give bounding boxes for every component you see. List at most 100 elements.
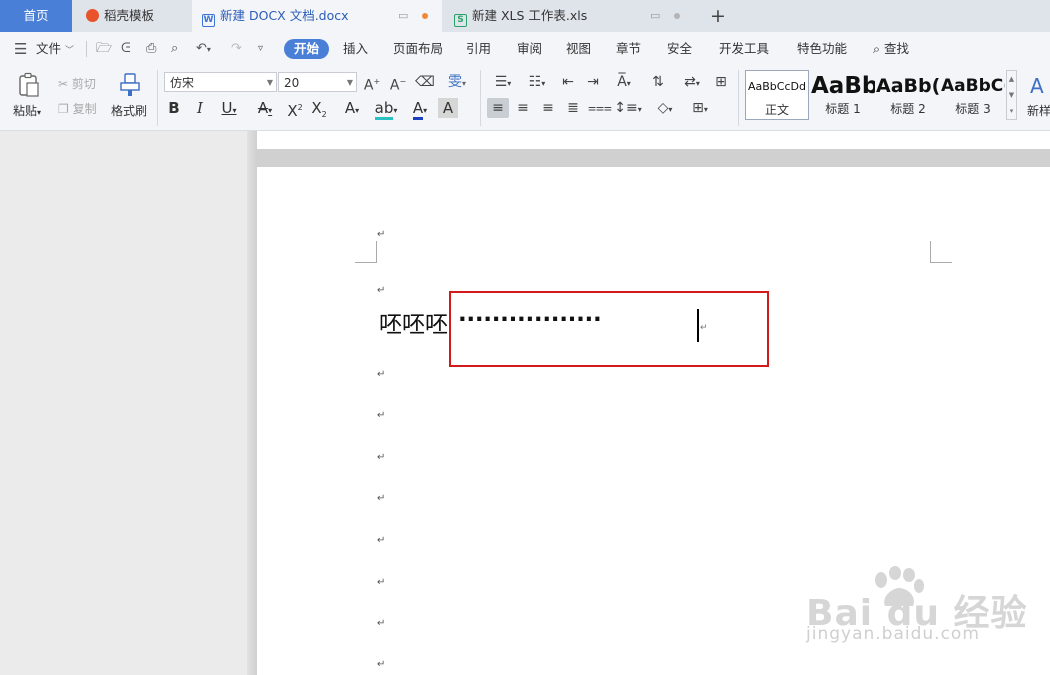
menu-security[interactable]: 安全: [667, 39, 692, 59]
paste-icon[interactable]: [17, 72, 41, 101]
cut-label: 剪切: [71, 77, 96, 91]
grow-font-icon[interactable]: A+: [362, 72, 382, 94]
line-spacing-icon[interactable]: ↕≡▾: [613, 98, 643, 118]
align-left-icon[interactable]: ≡: [487, 98, 509, 118]
copy-label: 复制: [72, 102, 97, 116]
new-style-button[interactable]: 新样: [1027, 102, 1050, 119]
hamburger-icon[interactable]: ☰: [14, 40, 27, 58]
divider: [480, 70, 481, 126]
paragraph-mark-icon: ↵: [377, 618, 386, 629]
tab-spreadsheet[interactable]: S 新建 XLS 工作表.xls ▭: [444, 0, 698, 32]
menu-chapter[interactable]: 章节: [616, 39, 641, 59]
align-center-icon[interactable]: ≡: [513, 98, 533, 118]
menu-references[interactable]: 引用: [466, 39, 491, 59]
redo-icon[interactable]: ↷: [231, 40, 242, 58]
search-icon: ⌕: [873, 41, 881, 56]
paragraph-mark-icon: ↵: [377, 659, 386, 670]
distribute-icon[interactable]: ⩶: [588, 98, 612, 118]
underline-icon[interactable]: U▾: [214, 98, 244, 118]
tab-document-label: 新建 DOCX 文档.docx: [220, 8, 349, 23]
divider: [157, 70, 158, 126]
undo-icon[interactable]: ↶▾: [196, 40, 211, 59]
clear-format-icon[interactable]: ⌫: [414, 72, 436, 92]
superscript-icon[interactable]: X2: [284, 98, 306, 120]
tab-bar: 首页 稻壳模板 W 新建 DOCX 文档.docx ▭ S 新建 XLS 工作表.x…: [0, 0, 1050, 32]
style-name: 标题 2: [890, 102, 926, 116]
shrink-font-icon[interactable]: A−: [388, 72, 408, 94]
writer-doc-icon: W: [202, 14, 215, 27]
style-sample: AaBb(: [876, 75, 940, 97]
document-text[interactable]: 呸呸呸: [379, 308, 448, 342]
borders-icon[interactable]: ⊞▾: [685, 98, 715, 118]
sort-icon[interactable]: ⇅: [648, 72, 668, 92]
search-button[interactable]: ⌕ 查找: [873, 39, 909, 59]
print-preview-icon[interactable]: ⌕: [171, 40, 178, 58]
menu-insert[interactable]: 插入: [343, 39, 368, 59]
style-heading-3[interactable]: AaBbC( 标题 3: [941, 70, 1005, 120]
shading-icon[interactable]: ◇▾: [650, 98, 680, 118]
align-right-icon[interactable]: ≡: [538, 98, 558, 118]
format-painter-icon[interactable]: [119, 72, 141, 101]
cloud-save-icon[interactable]: ᕮ: [121, 40, 131, 58]
font-color-icon[interactable]: A▾: [405, 98, 435, 120]
style-heading-1[interactable]: AaBb 标题 1: [811, 70, 875, 120]
show-marks-icon[interactable]: ⇄▾: [677, 72, 707, 92]
format-painter-button[interactable]: 格式刷: [111, 102, 147, 119]
paragraph-mark-icon: ↵: [377, 493, 386, 504]
open-folder-icon[interactable]: 🗁: [96, 40, 112, 58]
screen-icon[interactable]: ▭: [398, 0, 408, 32]
margin-corner-mark: [355, 241, 377, 263]
highlight-color-icon[interactable]: ab▾: [371, 98, 401, 120]
page-shadow: [247, 131, 257, 675]
new-tab-button[interactable]: +: [708, 4, 728, 28]
paste-button[interactable]: 粘贴▾: [13, 102, 41, 119]
menu-special-features[interactable]: 特色功能: [797, 39, 847, 59]
justify-icon[interactable]: ≣: [563, 98, 583, 118]
char-shading-icon[interactable]: A: [438, 98, 458, 118]
font-size-value: 20: [284, 76, 300, 90]
menu-review[interactable]: 审阅: [517, 39, 542, 59]
style-sample: AaBbC(: [941, 76, 1005, 96]
tab-status-dot-icon: [674, 13, 680, 19]
paragraph-mark-icon: ↵: [377, 410, 386, 421]
tab-templates[interactable]: 稻壳模板: [74, 0, 190, 32]
menu-file-label: 文件: [36, 41, 62, 56]
copy-button[interactable]: ❐ 复制: [58, 100, 97, 117]
font-size-select[interactable]: 20 ▼: [278, 72, 357, 92]
screen-icon[interactable]: ▭: [650, 0, 660, 32]
increase-indent-icon[interactable]: ⇥: [583, 72, 603, 92]
chinese-layout-icon[interactable]: A̅▾: [609, 72, 639, 92]
bullet-list-icon[interactable]: ☰▾: [488, 72, 518, 92]
tab-templates-label: 稻壳模板: [104, 8, 155, 23]
tab-document[interactable]: W 新建 DOCX 文档.docx ▭: [192, 0, 442, 32]
menu-file[interactable]: 文件 ﹀: [36, 39, 74, 59]
bold-icon[interactable]: B: [164, 98, 184, 118]
font-name-value: 仿宋: [170, 76, 195, 90]
text-effect-icon[interactable]: A▾: [337, 98, 367, 118]
numbered-list-icon[interactable]: ☷▾: [522, 72, 552, 92]
font-name-select[interactable]: 仿宋 ▼: [164, 72, 277, 92]
copy-icon: ❐: [58, 102, 69, 116]
tab-home[interactable]: 首页: [0, 0, 72, 32]
styles-scroll[interactable]: ▲ ▼ ▾: [1006, 70, 1017, 120]
chevron-down-icon: ▾: [37, 108, 42, 117]
new-style-icon[interactable]: A: [1030, 74, 1044, 98]
menu-page-layout[interactable]: 页面布局: [393, 39, 443, 59]
menu-developer[interactable]: 开发工具: [719, 39, 769, 59]
customize-chevron-icon[interactable]: ▿: [258, 40, 263, 58]
strikethrough-icon[interactable]: A▾: [250, 98, 280, 118]
subscript-icon[interactable]: X2: [308, 98, 330, 119]
menu-start[interactable]: 开始: [284, 39, 330, 59]
italic-icon[interactable]: I: [190, 98, 210, 118]
style-name: 正文: [764, 103, 789, 117]
table-layout-icon[interactable]: ⊞: [710, 72, 732, 92]
decrease-indent-icon[interactable]: ⇤: [558, 72, 578, 92]
style-normal[interactable]: AaBbCcDd 正文: [745, 70, 809, 120]
style-heading-2[interactable]: AaBb( 标题 2: [876, 70, 940, 120]
daoke-logo-icon: [86, 9, 99, 22]
menu-view[interactable]: 视图: [566, 39, 591, 59]
cut-button[interactable]: ✂ 剪切: [58, 75, 96, 92]
annotation-highlight-box: [449, 291, 769, 367]
phonetic-guide-icon[interactable]: 雯▾: [442, 72, 472, 92]
print-icon[interactable]: ⎙: [146, 40, 156, 58]
